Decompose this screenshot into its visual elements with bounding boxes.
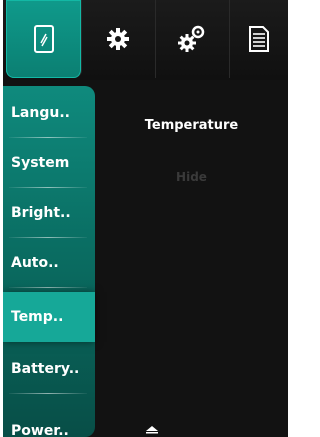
tab-device[interactable] (6, 0, 82, 78)
sidebar-item-battery[interactable]: Battery.. (3, 344, 95, 394)
tab-bar (3, 0, 288, 80)
phone-icon (33, 24, 55, 54)
sidebar-item-label: System (11, 155, 70, 171)
device-screen: Langu.. System Bright.. Auto.. Temp.. Ba… (3, 0, 288, 437)
sidebar-item-power[interactable]: Power.. (3, 406, 95, 437)
sidebar-item-language[interactable]: Langu.. (3, 88, 95, 138)
tab-info[interactable] (229, 0, 288, 78)
sidebar-item-temperature[interactable]: Temp.. (3, 292, 95, 342)
setting-title: Temperature (144, 118, 239, 133)
document-icon (248, 25, 270, 53)
gear-icon (106, 27, 130, 51)
gears-icon (177, 24, 207, 54)
settings-sidebar: Langu.. System Bright.. Auto.. Temp.. Ba… (3, 86, 95, 437)
setting-value-option[interactable]: Hide (95, 170, 288, 184)
sidebar-item-brightness[interactable]: Bright.. (3, 188, 95, 238)
sidebar-item-label: Power.. (11, 423, 69, 437)
sidebar-item-auto[interactable]: Auto.. (3, 238, 95, 288)
tab-settings[interactable] (81, 0, 156, 78)
tab-advanced[interactable] (155, 0, 230, 78)
sidebar-item-label: Langu.. (11, 105, 70, 121)
sidebar-item-label: Bright.. (11, 205, 71, 221)
sidebar-item-label: Temp.. (11, 309, 64, 325)
sidebar-item-label: Auto.. (11, 255, 59, 271)
chevron-up-icon[interactable] (145, 419, 159, 434)
sidebar-item-label: Battery.. (11, 361, 80, 377)
sidebar-item-system[interactable]: System (3, 138, 95, 188)
